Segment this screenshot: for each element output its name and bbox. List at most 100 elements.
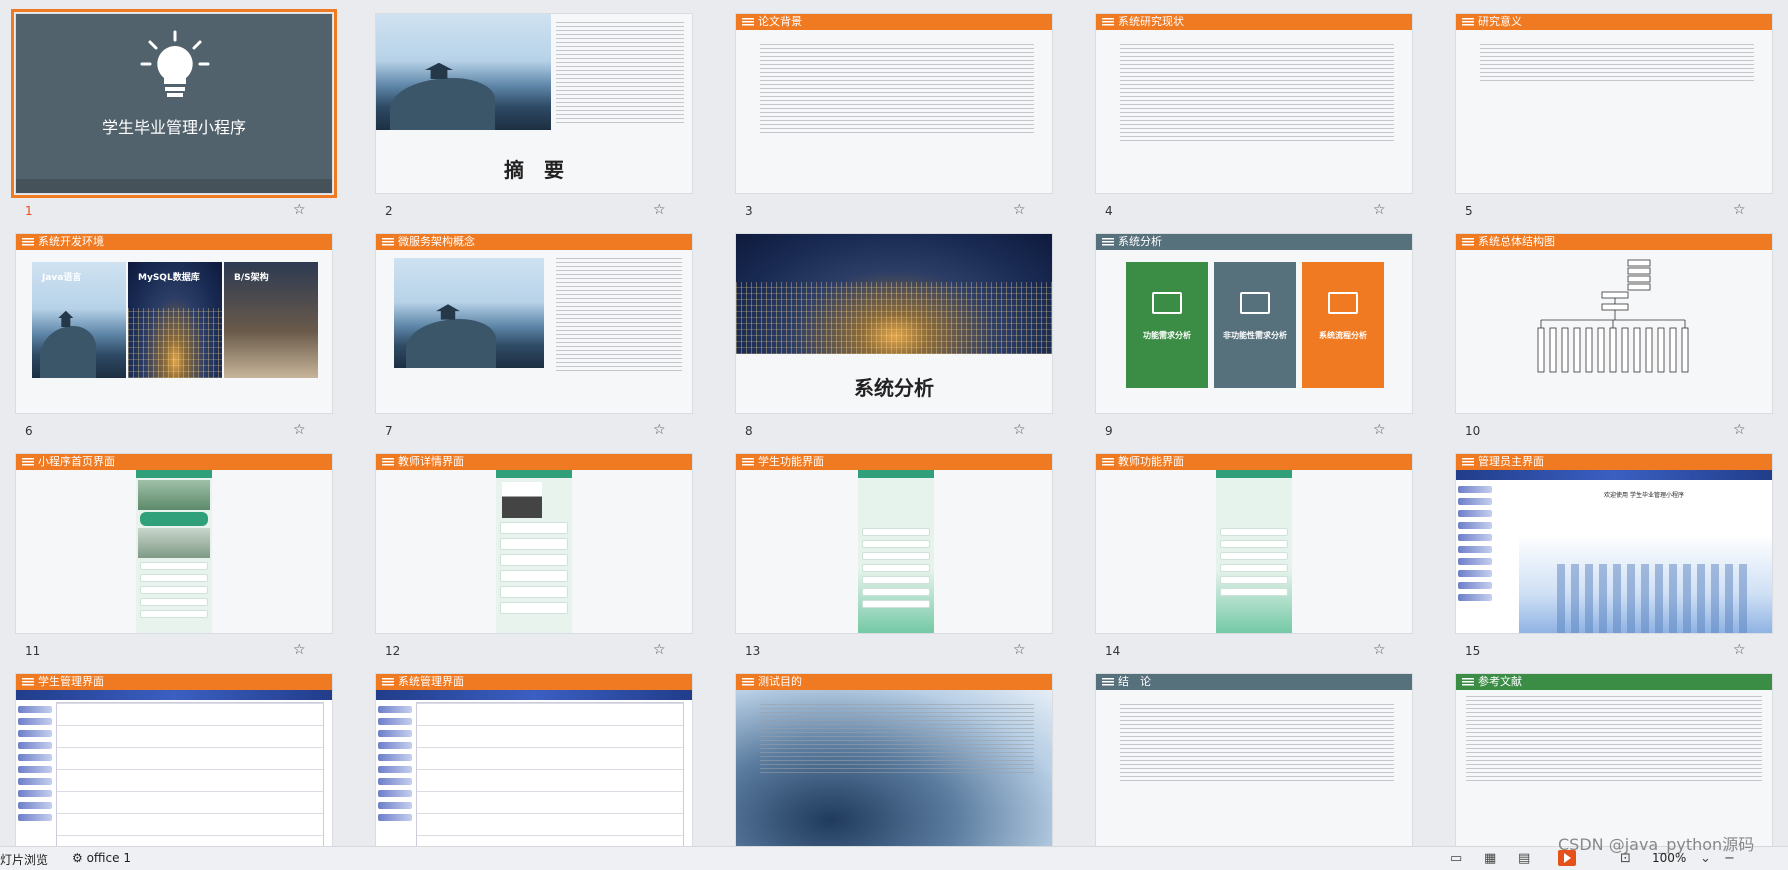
text-block	[760, 704, 1034, 773]
slide-number: 7	[385, 424, 393, 438]
slide-thumbnail[interactable]: 学生管理界面	[15, 673, 333, 846]
star-icon[interactable]: ☆	[293, 202, 306, 218]
phone-mockup	[136, 470, 212, 633]
slide-number: 15	[1465, 644, 1481, 658]
admin-sidebar	[1458, 486, 1492, 606]
env-label: MySQL数据库	[138, 273, 200, 283]
analysis-box: 系统流程分析	[1302, 262, 1384, 362]
lightbulb-icon	[140, 30, 210, 97]
zoom-level[interactable]: 100%	[1652, 851, 1686, 865]
landscape-image	[376, 14, 551, 130]
box-label: 功能需求分析	[1143, 331, 1191, 340]
slide-number: 3	[745, 204, 753, 218]
slide-title-bar: 系统总体结构图	[1456, 234, 1772, 250]
env-label: Java语言	[42, 273, 82, 283]
slide-thumbnail[interactable]: 微服务架构概念	[375, 233, 693, 414]
env-label: B/S架构	[234, 273, 269, 283]
slide-thumbnail[interactable]: 学生毕业管理小程序	[11, 9, 337, 198]
star-icon[interactable]: ☆	[1733, 642, 1746, 658]
slide-thumbnail[interactable]: 测试目的	[735, 673, 1053, 846]
slide-title-bar: 管理员主界面	[1456, 454, 1772, 470]
city-image	[1519, 534, 1772, 633]
status-bar: 灯片浏览 ⚙ office 1 CSDN @java_python源码 ▭ ▦ …	[0, 835, 1788, 870]
star-icon[interactable]: ☆	[1733, 202, 1746, 218]
slide-number: 6	[25, 424, 33, 438]
slide-number: 5	[1465, 204, 1473, 218]
java-image: Java语言	[32, 262, 126, 378]
chart-icon	[1240, 292, 1270, 314]
slide-thumbnail[interactable]: 研究意义	[1455, 13, 1773, 194]
theme-label[interactable]: ⚙ office 1	[72, 851, 131, 865]
slide-thumbnail[interactable]: 结 论	[1095, 673, 1413, 846]
slide-number: 10	[1465, 424, 1481, 438]
slide-number: 9	[1105, 424, 1113, 438]
star-icon[interactable]: ☆	[1373, 642, 1386, 658]
star-icon[interactable]: ☆	[293, 422, 306, 438]
chevron-down-icon[interactable]: ⌄	[1700, 851, 1711, 866]
slideshow-play-icon[interactable]	[1558, 850, 1576, 866]
slide-title-bar: 研究意义	[1456, 14, 1772, 30]
star-icon[interactable]: ☆	[653, 642, 666, 658]
slide-thumbnail[interactable]: 论文背景	[735, 13, 1053, 194]
view-mode-label[interactable]: 灯片浏览	[0, 851, 48, 868]
bs-image: B/S架构	[224, 262, 318, 378]
slide-title-bar: 论文背景	[736, 14, 1052, 30]
phone-mockup	[1216, 470, 1292, 633]
analysis-box: 非功能性需求分析	[1214, 262, 1296, 362]
star-icon[interactable]: ☆	[1013, 642, 1026, 658]
slide-title-bar: 微服务架构概念	[376, 234, 692, 250]
admin-header	[1456, 470, 1772, 480]
zoom-out-icon[interactable]: −	[1724, 851, 1735, 866]
slide-title-bar: 教师详情界面	[376, 454, 692, 470]
slide-thumbnail[interactable]: 教师功能界面	[1095, 453, 1413, 634]
normal-view-icon[interactable]: ▭	[1450, 851, 1462, 866]
slide-title-bar: 系统分析	[1096, 234, 1412, 250]
text-block	[1120, 44, 1394, 143]
slide-footer	[16, 179, 332, 193]
slide-title-bar: 结 论	[1096, 674, 1412, 690]
slide-thumbnail[interactable]: 系统分析	[735, 233, 1053, 414]
slide-number: 13	[745, 644, 761, 658]
slide-title-bar: 系统开发环境	[16, 234, 332, 250]
slide-thumbnail[interactable]: 系统分析 功能需求分析 非功能性需求分析 系统流程分析	[1095, 233, 1413, 414]
admin-header	[16, 690, 332, 700]
slide-number: 1	[25, 204, 33, 218]
slide-title-bar: 学生功能界面	[736, 454, 1052, 470]
fit-window-icon[interactable]: ⊡	[1620, 851, 1631, 866]
slide-title: 学生毕业管理小程序	[101, 118, 246, 137]
reading-view-icon[interactable]: ▤	[1518, 851, 1530, 866]
slide-thumbnail[interactable]: 参考文献	[1455, 673, 1773, 846]
slide-thumbnail[interactable]: 系统总体结构图	[1455, 233, 1773, 414]
slide-thumbnail[interactable]: 学生功能界面	[735, 453, 1053, 634]
star-icon[interactable]: ☆	[1373, 202, 1386, 218]
slide-thumbnail[interactable]: 管理员主界面 欢迎使用 学生毕业管理小程序	[1455, 453, 1773, 634]
city-image	[736, 234, 1052, 354]
star-icon[interactable]: ☆	[1013, 202, 1026, 218]
org-chart-diagram	[1537, 259, 1689, 373]
star-icon[interactable]: ☆	[653, 202, 666, 218]
slide-sorter-grid: 学生毕业管理小程序 1 ☆ 摘 要 2 ☆ 论文背景 3 ☆ 系统研究现状 4 …	[0, 0, 1788, 846]
text-block	[556, 258, 682, 373]
slide-thumbnail[interactable]: 系统管理界面	[375, 673, 693, 846]
star-icon[interactable]: ☆	[1373, 422, 1386, 438]
star-icon[interactable]: ☆	[653, 422, 666, 438]
slide-thumbnail[interactable]: 系统研究现状	[1095, 13, 1413, 194]
star-icon[interactable]: ☆	[1733, 422, 1746, 438]
mysql-image: MySQL数据库	[128, 262, 222, 378]
slide-thumbnail[interactable]: 系统开发环境 Java语言 MySQL数据库 B/S架构	[15, 233, 333, 414]
slide-thumbnail[interactable]: 教师详情界面	[375, 453, 693, 634]
slide-thumbnail[interactable]: 摘 要	[375, 13, 693, 194]
slide-thumbnail[interactable]: 小程序首页界面	[15, 453, 333, 634]
slide-heading: 系统分析	[854, 376, 934, 400]
slide-title-bar: 系统研究现状	[1096, 14, 1412, 30]
star-icon[interactable]: ☆	[1013, 422, 1026, 438]
slide-title-bar: 测试目的	[736, 674, 1052, 690]
slide-sorter-icon[interactable]: ▦	[1484, 851, 1496, 866]
box-label: 系统流程分析	[1319, 331, 1367, 340]
bar-chart-icon	[1328, 292, 1358, 314]
star-icon[interactable]: ☆	[293, 642, 306, 658]
strip	[1214, 362, 1296, 388]
arrow-left-icon	[1126, 362, 1208, 388]
slide-number: 2	[385, 204, 393, 218]
analysis-box: 功能需求分析	[1126, 262, 1208, 362]
